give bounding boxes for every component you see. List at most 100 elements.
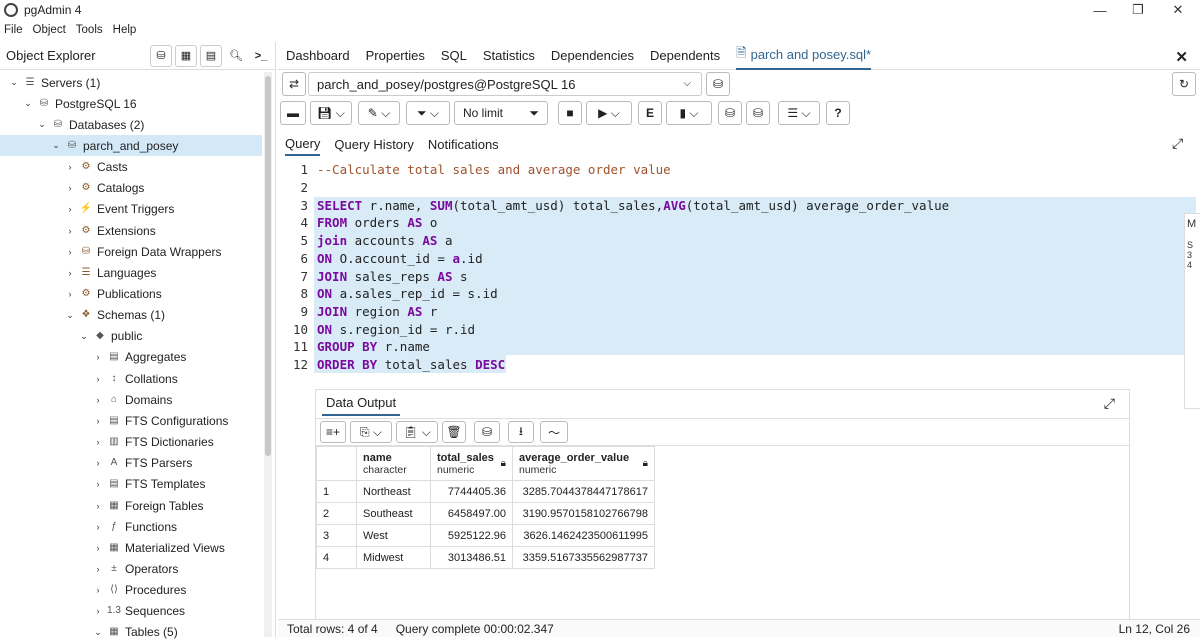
tree-node[interactable]: ⌄ ◆ public bbox=[0, 326, 262, 347]
table-cell[interactable]: 3285.7044378447178617 bbox=[512, 480, 655, 503]
menu-help[interactable]: Help bbox=[113, 24, 137, 36]
editor-line[interactable]: 2 bbox=[278, 179, 1196, 197]
table-cell[interactable]: Midwest bbox=[356, 546, 431, 569]
tree-node[interactable]: ⌄ ⛁ PostgreSQL 16 bbox=[0, 93, 262, 114]
download-icon[interactable]: ⭳ bbox=[508, 421, 534, 443]
connection-select[interactable]: parch_and_posey/postgres@PostgreSQL 16 ⌵ bbox=[308, 72, 702, 96]
tree-node[interactable]: › ▦ Foreign Tables bbox=[0, 495, 262, 516]
chevron-right-icon[interactable]: › bbox=[64, 226, 76, 236]
execute-play-icon[interactable]: ▶ ⌵ bbox=[586, 101, 632, 125]
chevron-right-icon[interactable]: › bbox=[92, 458, 104, 468]
menu-tools[interactable]: Tools bbox=[76, 24, 103, 36]
tree-node[interactable]: › A FTS Parsers bbox=[0, 453, 262, 474]
chevron-down-icon[interactable]: ⌄ bbox=[64, 310, 76, 321]
filter-icon[interactable]: ⏷ ⌵ bbox=[406, 101, 450, 125]
chevron-right-icon[interactable]: › bbox=[64, 204, 76, 214]
sql-editor[interactable]: 1 --Calculate total sales and average ord… bbox=[278, 159, 1196, 389]
tree-node[interactable]: › ▦ Materialized Views bbox=[0, 537, 262, 558]
table-cell[interactable]: 3626.1462423500611995 bbox=[512, 524, 655, 547]
refresh-icon[interactable]: ↻ bbox=[1172, 72, 1196, 96]
explain-icon[interactable]: E bbox=[638, 101, 662, 125]
column-header-total-sales[interactable]: total_sales numeric 🔒︎ bbox=[430, 446, 513, 481]
tree-node[interactable]: ⌄ ⛁ parch_and_posey bbox=[0, 135, 262, 157]
editor-line[interactable]: 11 GROUP BY r.name bbox=[278, 338, 1196, 356]
tree-node[interactable]: › ⛁ Foreign Data Wrappers bbox=[0, 241, 262, 262]
tree-node[interactable]: ⌄ ▦ Tables (5) bbox=[0, 622, 262, 643]
chevron-right-icon[interactable]: › bbox=[92, 606, 104, 616]
save-file-icon[interactable]: 💾︎ ⌵ bbox=[310, 101, 352, 125]
chevron-right-icon[interactable]: › bbox=[92, 437, 104, 447]
tree-node[interactable]: ⌄ ❖ Schemas (1) bbox=[0, 305, 262, 326]
chevron-right-icon[interactable]: › bbox=[64, 162, 76, 172]
tab-dependents[interactable]: Dependents bbox=[650, 42, 720, 70]
editor-line[interactable]: 3 SELECT r.name, SUM(total_amt_usd) total… bbox=[278, 196, 1196, 214]
chevron-right-icon[interactable]: › bbox=[92, 543, 104, 553]
chevron-right-icon[interactable]: › bbox=[92, 479, 104, 489]
tab-data-output[interactable]: Data Output bbox=[322, 390, 401, 416]
table-row[interactable]: 4 Midwest 3013486.51 3359.5167335562987737 bbox=[316, 546, 655, 569]
add-row-icon[interactable]: ≡+ bbox=[320, 421, 346, 443]
chevron-right-icon[interactable]: › bbox=[92, 501, 104, 511]
database-icon[interactable]: ⛁ bbox=[150, 44, 172, 67]
tree-node[interactable]: › 1.3 Sequences bbox=[0, 601, 262, 622]
close-tab-icon[interactable]: ✕ bbox=[1175, 48, 1188, 66]
rollback-icon[interactable]: ⛁ bbox=[746, 101, 770, 125]
tree-node[interactable]: › ☰ Languages bbox=[0, 262, 262, 283]
table-row[interactable]: 3 West 5925122.96 3626.1462423500611995 bbox=[316, 524, 655, 547]
filter-table-icon[interactable]: ▤ bbox=[200, 44, 222, 67]
menu-object[interactable]: Object bbox=[33, 24, 66, 36]
tree-node[interactable]: ⌄ ☰ Servers (1) bbox=[0, 72, 262, 93]
limit-select[interactable]: No limit ⏷ bbox=[454, 101, 548, 125]
tab-dependencies[interactable]: Dependencies bbox=[551, 42, 634, 70]
tree-node[interactable]: › ⚡ Event Triggers bbox=[0, 199, 262, 220]
editor-line[interactable]: 4 FROM orders AS o bbox=[278, 214, 1196, 232]
table-cell[interactable]: 3359.5167335562987737 bbox=[512, 546, 655, 569]
chevron-right-icon[interactable]: › bbox=[64, 247, 76, 257]
help-icon[interactable]: ? bbox=[826, 101, 850, 125]
terminal-icon[interactable]: >_ bbox=[250, 44, 272, 67]
edit-pen-icon[interactable]: ✎ ⌵ bbox=[358, 101, 400, 125]
column-header-average-order-value[interactable]: average_order_value numeric 🔒︎ bbox=[512, 446, 655, 481]
tree-node[interactable]: › ⚙ Extensions bbox=[0, 220, 262, 241]
chevron-right-icon[interactable]: › bbox=[92, 522, 104, 532]
tab-sql[interactable]: SQL bbox=[441, 42, 467, 70]
tree-node[interactable]: ⌄ ⛁ Databases (2) bbox=[0, 114, 262, 135]
row-number-cell[interactable]: 3 bbox=[316, 524, 357, 547]
chevron-right-icon[interactable]: › bbox=[92, 416, 104, 426]
close-window-icon[interactable]: ✕ bbox=[1160, 0, 1196, 20]
tree-node[interactable]: › ▤ Aggregates bbox=[0, 347, 262, 368]
editor-line[interactable]: 9 JOIN region AS r bbox=[278, 303, 1196, 321]
copy-icon[interactable]: ⎘ ⌵ bbox=[350, 421, 392, 443]
new-connection-icon[interactable]: ⛁ bbox=[706, 72, 730, 96]
tree-node[interactable]: › ⟨⟩ Procedures bbox=[0, 580, 262, 601]
tree-node[interactable]: › ⚙ Casts bbox=[0, 157, 262, 178]
chevron-right-icon[interactable]: › bbox=[64, 183, 76, 193]
open-file-icon[interactable]: ▬ bbox=[280, 101, 306, 125]
table-cell[interactable]: 6458497.00 bbox=[430, 502, 513, 525]
editor-line[interactable]: 7 JOIN sales_reps AS s bbox=[278, 267, 1196, 285]
editor-line[interactable]: 1 --Calculate total sales and average ord… bbox=[278, 161, 1196, 179]
chevron-right-icon[interactable]: › bbox=[92, 585, 104, 595]
commit-icon[interactable]: ⛁ bbox=[718, 101, 742, 125]
maximize-icon[interactable]: ❐ bbox=[1120, 0, 1156, 20]
tab-properties[interactable]: Properties bbox=[366, 42, 425, 70]
paste-icon[interactable]: 📋︎ ⌵ bbox=[396, 421, 438, 443]
tab-notifications[interactable]: Notifications bbox=[428, 132, 499, 156]
chevron-down-icon[interactable]: ⌄ bbox=[8, 77, 20, 88]
table-cell[interactable]: 3190.9570158102766798 bbox=[512, 502, 655, 525]
tab-query-file[interactable]: 🗎 parch and posey.sql* bbox=[736, 42, 872, 70]
table-row[interactable]: 1 Northeast 7744405.36 3285.704437844717861… bbox=[316, 480, 655, 503]
tab-query-history[interactable]: Query History bbox=[334, 132, 413, 156]
stop-icon[interactable]: ■ bbox=[558, 101, 582, 125]
row-number-cell[interactable]: 2 bbox=[316, 502, 357, 525]
chevron-right-icon[interactable]: › bbox=[64, 289, 76, 299]
editor-line[interactable]: 5 join accounts AS a bbox=[278, 232, 1196, 250]
chevron-down-icon[interactable]: ⌄ bbox=[22, 98, 34, 109]
tab-dashboard[interactable]: Dashboard bbox=[286, 42, 350, 70]
graph-visualiser-icon[interactable]: 〜 bbox=[540, 421, 568, 443]
column-header-name[interactable]: name character bbox=[356, 446, 431, 481]
expand-editor-icon[interactable]: ⤢ bbox=[1172, 135, 1183, 152]
table-cell[interactable]: West bbox=[356, 524, 431, 547]
tab-statistics[interactable]: Statistics bbox=[483, 42, 535, 70]
tree-node[interactable]: › ▤ FTS Configurations bbox=[0, 410, 262, 431]
